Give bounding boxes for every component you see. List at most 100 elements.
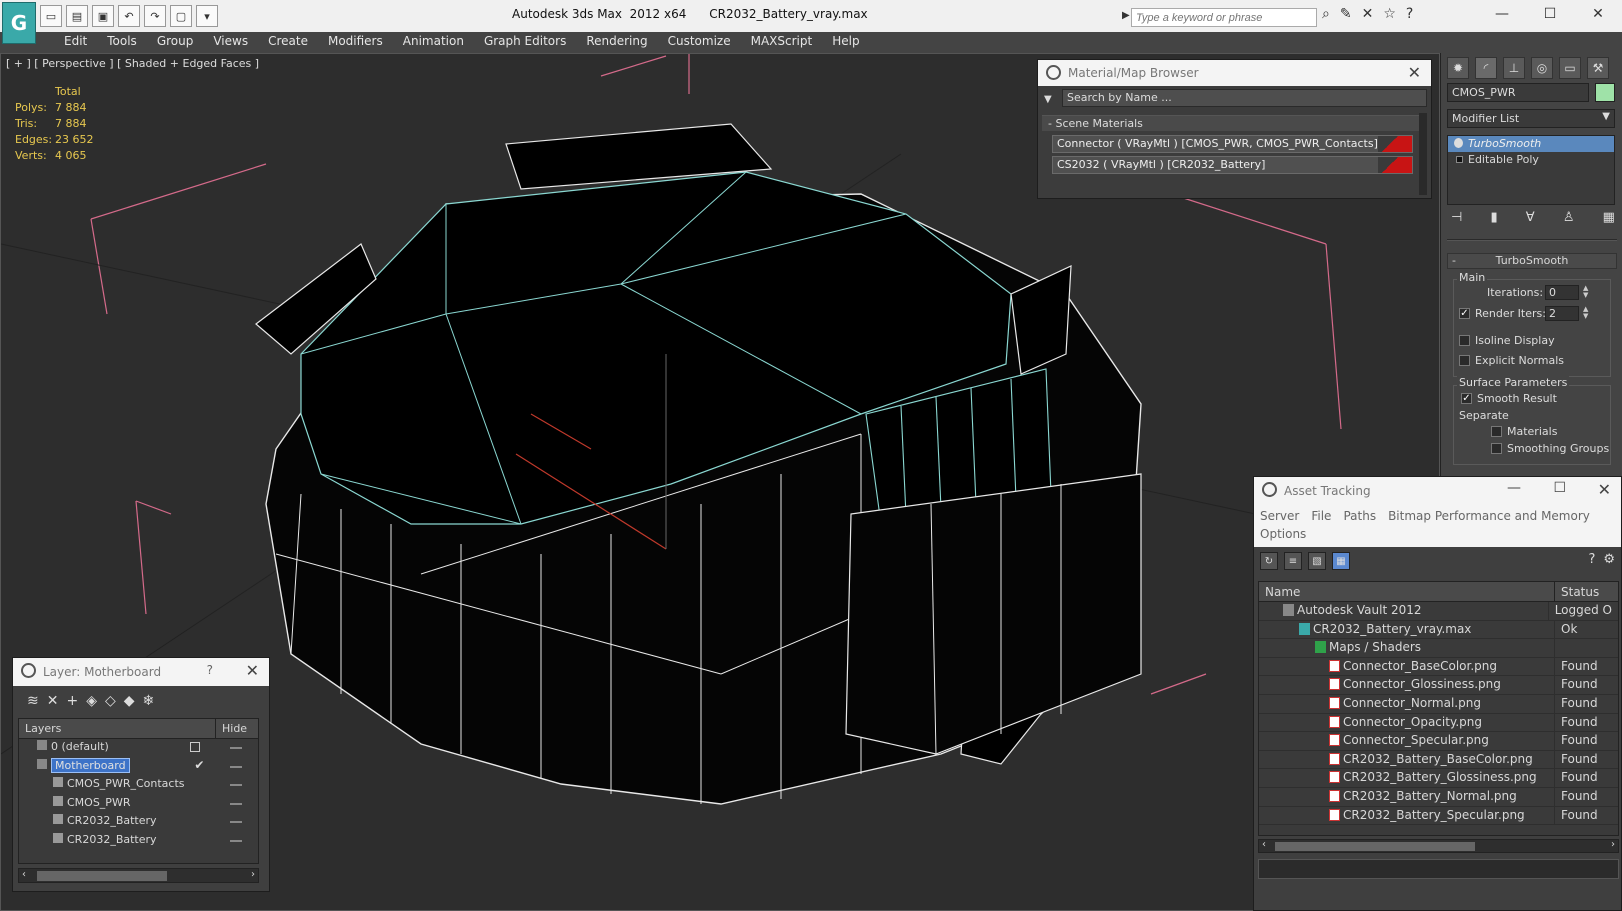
close-icon[interactable]: ✕ <box>1408 63 1421 82</box>
object-color-swatch[interactable] <box>1595 83 1615 102</box>
menu-group[interactable]: Group <box>147 32 204 53</box>
minimize-icon[interactable]: — <box>1507 480 1521 496</box>
menu-graph-editors[interactable]: Graph Editors <box>474 32 576 53</box>
spinner-arrows-icon[interactable]: ▲ ▼ <box>1583 306 1588 320</box>
close-icon[interactable]: ✕ <box>246 661 259 680</box>
make-unique-icon[interactable]: ∀ <box>1526 210 1535 225</box>
freeze-all-icon[interactable]: ❄ <box>143 693 155 709</box>
scrollbar-thumb[interactable] <box>37 871 167 881</box>
layer-row[interactable]: CR2032_Battery <box>19 813 258 832</box>
menu-views[interactable]: Views <box>203 32 258 53</box>
turbosmooth-rollout-header[interactable]: - TurboSmooth <box>1447 253 1617 269</box>
undo-icon[interactable]: ↶ <box>118 5 140 27</box>
table-row[interactable]: Connector_Specular.png Found <box>1259 732 1618 751</box>
spinner-arrows-icon[interactable]: ▲ ▼ <box>1583 285 1588 299</box>
subscription-icon[interactable]: ✎ <box>1340 6 1352 22</box>
project-folder-icon[interactable]: ▢ <box>170 5 192 27</box>
material-browser-titlebar[interactable]: Material/Map Browser ✕ <box>1038 60 1431 86</box>
hide-toggle[interactable] <box>230 784 243 787</box>
layer-manager-titlebar[interactable]: Layer: Motherboard ? ✕ <box>13 658 269 686</box>
materials-checkbox[interactable] <box>1491 426 1502 437</box>
help-icon[interactable]: ? <box>1406 6 1413 22</box>
maximize-icon[interactable]: ☐ <box>1526 0 1574 28</box>
menu-modifiers[interactable]: Modifiers <box>318 32 393 53</box>
stack-item-turbosmooth[interactable]: TurboSmooth <box>1448 136 1614 152</box>
refresh-icon[interactable]: ↻ <box>1260 552 1278 570</box>
hide-toggle[interactable] <box>230 839 243 842</box>
table-row[interactable]: CR2032_Battery_Specular.png Found <box>1259 806 1618 826</box>
display-tab-icon[interactable]: ▭ <box>1559 57 1581 79</box>
new-file-icon[interactable]: ▭ <box>40 5 62 27</box>
viewport-label[interactable]: [ + ] [ Perspective ] [ Shaded + Edged F… <box>6 57 259 70</box>
utilities-tab-icon[interactable]: ⚒ <box>1587 57 1609 79</box>
hide-toggle[interactable] <box>230 765 243 768</box>
menu-options[interactable]: Options <box>1260 527 1306 541</box>
layer-row[interactable]: CMOS_PWR_Contacts <box>19 776 258 795</box>
search-by-name-input[interactable]: Search by Name ... <box>1062 89 1427 107</box>
menu-bitmap-performance[interactable]: Bitmap Performance and Memory <box>1388 509 1590 523</box>
object-name-field[interactable]: CMOS_PWR <box>1447 83 1589 102</box>
hide-toggle[interactable] <box>230 802 243 805</box>
menu-paths[interactable]: Paths <box>1343 509 1376 523</box>
menu-help[interactable]: Help <box>822 32 869 53</box>
layer-row[interactable]: Motherboard ✔ <box>19 757 258 777</box>
horizontal-scrollbar[interactable]: ‹ › <box>18 868 259 883</box>
delete-layer-icon[interactable]: ✕ <box>47 693 59 709</box>
close-icon[interactable]: ✕ <box>1574 0 1622 28</box>
table-row[interactable]: CR2032_Battery_Glossiness.png Found <box>1259 769 1618 788</box>
open-file-icon[interactable]: ▤ <box>66 5 88 27</box>
table-row[interactable]: CR2032_Battery_Normal.png Found <box>1259 787 1618 807</box>
options-dropdown-icon[interactable]: ▼ <box>1044 94 1052 105</box>
highlight-selected-icon[interactable]: ◇ <box>105 693 116 709</box>
select-objects-icon[interactable]: ◈ <box>86 693 97 709</box>
column-header-name[interactable]: Name <box>1259 582 1555 601</box>
path-status-field[interactable] <box>1258 859 1619 879</box>
close-icon[interactable]: ✕ <box>1598 480 1611 499</box>
motion-tab-icon[interactable]: ◎ <box>1531 57 1553 79</box>
menu-tools[interactable]: Tools <box>97 32 147 53</box>
redo-icon[interactable]: ↷ <box>144 5 166 27</box>
table-row[interactable]: CR2032_Battery_BaseColor.png Found <box>1259 750 1618 770</box>
isoline-display-checkbox[interactable] <box>1459 335 1470 346</box>
pin-stack-icon[interactable]: ⊣ <box>1451 210 1462 225</box>
app-logo-icon[interactable]: G <box>2 2 36 44</box>
table-row[interactable]: Maps / Shaders <box>1259 639 1618 658</box>
lightbulb-icon[interactable] <box>1454 138 1463 148</box>
hierarchy-tab-icon[interactable]: ⊥ <box>1503 57 1525 79</box>
hide-toggle[interactable] <box>230 747 243 749</box>
qa-dropdown-icon[interactable]: ▾ <box>196 5 218 27</box>
menu-file[interactable]: File <box>1311 509 1331 523</box>
expand-icon[interactable] <box>1456 156 1463 163</box>
scroll-right-icon[interactable]: › <box>1611 839 1615 850</box>
hide-all-icon[interactable]: ◆ <box>124 693 135 709</box>
menu-rendering[interactable]: Rendering <box>576 32 657 53</box>
column-header-layers[interactable]: Layers <box>19 719 216 738</box>
configure-sets-icon[interactable]: ▦ <box>1603 210 1615 225</box>
menu-customize[interactable]: Customize <box>658 32 741 53</box>
render-iters-checkbox[interactable]: ✓ <box>1459 308 1470 319</box>
explicit-normals-checkbox[interactable] <box>1459 355 1470 366</box>
active-layer-box-icon[interactable] <box>190 742 201 752</box>
material-item[interactable]: CS2032 ( VRayMtl ) [CR2032_Battery] <box>1052 156 1413 174</box>
render-iters-spinner[interactable]: 2 <box>1545 306 1579 321</box>
vertical-scrollbar[interactable] <box>1419 113 1427 195</box>
binoculars-icon[interactable]: ⌕ <box>1322 6 1330 22</box>
table-row[interactable]: CR2032_Battery_vray.max Ok <box>1259 620 1618 640</box>
smooth-result-checkbox[interactable]: ✓ <box>1461 393 1472 404</box>
show-end-result-icon[interactable]: ▮ <box>1490 210 1497 225</box>
create-tab-icon[interactable]: ✹ <box>1447 57 1469 79</box>
search-arrow-icon[interactable]: ▶ <box>1122 10 1130 21</box>
table-row[interactable]: Connector_Glossiness.png Found <box>1259 676 1618 695</box>
table-row[interactable]: Connector_Opacity.png Found <box>1259 713 1618 733</box>
menu-create[interactable]: Create <box>258 32 318 53</box>
menu-server[interactable]: Server <box>1260 509 1299 523</box>
menu-animation[interactable]: Animation <box>393 32 474 53</box>
modifier-list-dropdown[interactable]: Modifier List ▼ <box>1447 109 1615 128</box>
create-layer-icon[interactable]: ≋ <box>27 693 39 709</box>
scene-materials-group[interactable]: - Scene Materials <box>1042 115 1419 131</box>
scroll-right-icon[interactable]: › <box>251 869 255 880</box>
horizontal-scrollbar[interactable]: ‹ › <box>1258 839 1619 853</box>
asset-tracking-titlebar[interactable]: Asset Tracking — ☐ ✕ <box>1254 477 1621 505</box>
table-view-icon[interactable]: ▦ <box>1332 552 1350 570</box>
hide-toggle[interactable] <box>230 821 243 824</box>
